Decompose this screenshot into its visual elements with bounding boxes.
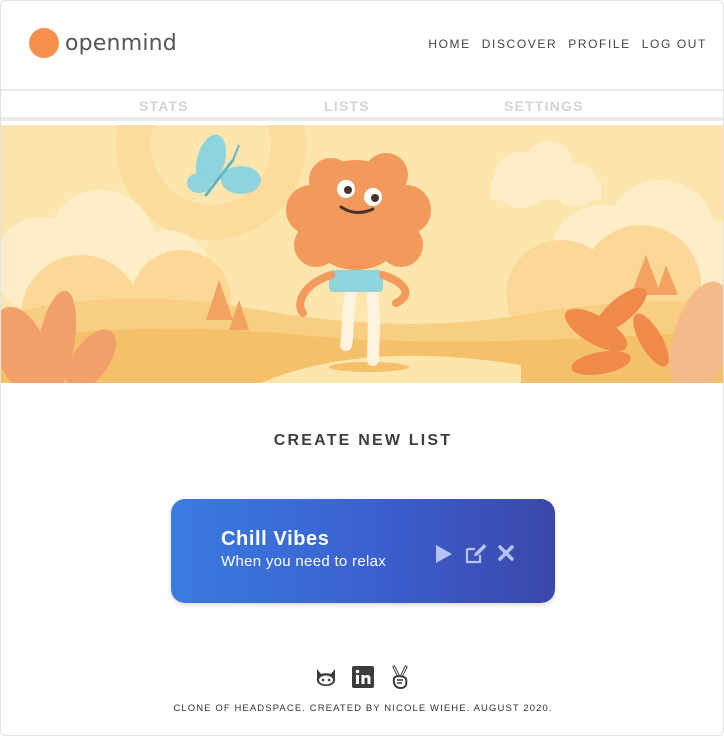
hero-illustration [1,125,723,383]
header: openmind HOME DISCOVER PROFILE LOG OUT [1,1,723,89]
peace-hand-icon[interactable] [388,665,412,690]
tab-stats[interactable]: STATS [139,98,189,114]
nav-profile[interactable]: PROFILE [568,37,631,51]
github-icon[interactable] [314,665,338,689]
list-card-title: Chill Vibes [221,528,330,550]
app-window: openmind HOME DISCOVER PROFILE LOG OUT S… [0,0,724,736]
logo-dot-icon [29,28,59,58]
nav-home[interactable]: HOME [428,37,470,51]
linkedin-icon[interactable] [351,665,375,689]
hero-scene-image [1,125,723,383]
delete-icon[interactable] [497,544,517,564]
social-links [1,665,723,690]
nav-logout[interactable]: LOG OUT [642,37,707,51]
tab-lists[interactable]: LISTS [324,98,370,114]
list-card-actions [433,544,517,564]
main-nav: HOME DISCOVER PROFILE LOG OUT [428,37,707,51]
list-card-subtitle: When you need to relax [221,553,387,570]
footer-credit: CLONE OF HEADSPACE. CREATED BY NICOLE WI… [173,703,553,714]
brand-name: openmind [65,30,177,56]
sub-nav: STATS LISTS SETTINGS [1,89,723,121]
create-new-list-button[interactable]: CREATE NEW LIST [1,432,723,450]
tab-settings[interactable]: SETTINGS [504,98,584,114]
play-icon[interactable] [433,544,453,564]
logo[interactable]: openmind [29,28,177,58]
nav-discover[interactable]: DISCOVER [482,37,557,51]
edit-icon[interactable] [465,544,487,564]
list-card[interactable]: Chill Vibes When you need to relax [171,499,555,603]
